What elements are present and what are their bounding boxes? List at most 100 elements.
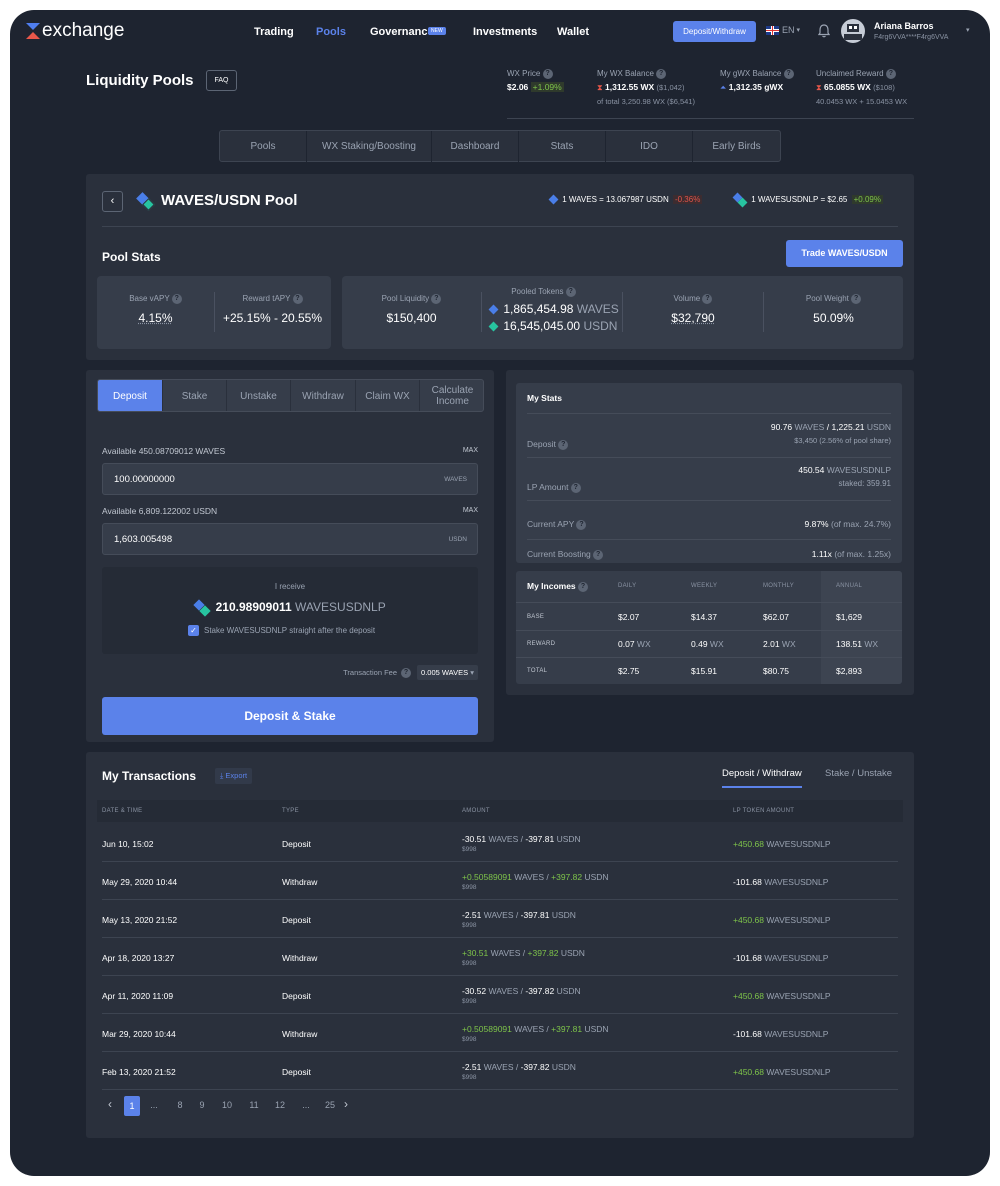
nav-wallet[interactable]: Wallet [557,26,589,38]
tab-unstake[interactable]: Unstake [227,380,291,411]
language-selector[interactable]: EN ▾ [766,25,800,35]
account-chevron-icon[interactable]: ▾ [966,26,970,34]
tab-withdraw[interactable]: Withdraw [291,380,356,411]
fee-select[interactable]: 0.005 WAVES ▾ [417,665,478,680]
help-icon[interactable]: ? [576,519,587,530]
next-page-icon[interactable]: › [338,1097,354,1111]
help-icon[interactable]: ? [558,439,569,450]
income-cell: $2.75 [618,666,640,676]
prev-page-icon[interactable]: ‹ [102,1097,118,1111]
tab-stake[interactable]: Stake [163,380,227,411]
income-cell: $2.07 [618,612,640,622]
usdn-amount-input[interactable]: 1,603.005498 USDN [102,523,478,555]
help-icon[interactable]: ? [292,294,303,304]
waves-symbol: WAVES [444,476,467,483]
boost-label: Current Boosting ? [527,549,604,560]
nav-pools[interactable]: Pools [316,26,346,38]
page-link[interactable]: 10 [219,1100,235,1110]
waves-icon [488,304,499,315]
back-button[interactable]: ‹ [102,191,123,212]
tab-ido[interactable]: IDO [606,131,693,163]
logo[interactable]: exchange [26,20,124,42]
lp-amount-value: 450.54 WAVESUSDNLP [798,465,891,475]
apy-value: 9.87% (of max. 24.7%) [804,519,891,529]
help-icon[interactable]: ? [702,294,713,304]
page-link[interactable]: 9 [194,1100,210,1110]
tab-deposit-withdraw[interactable]: Deposit / Withdraw [722,768,802,788]
my-wx-balance-block: My WX Balance ? ⧗ 1,312.55 WX ($1,042) o… [597,69,695,106]
rate-lp: 1 WAVESUSDNLP = $2.65 +0.09% [732,192,883,208]
wx-price-label: WX Price [507,69,541,79]
help-icon[interactable]: ? [171,294,182,304]
lp-token-icon [732,192,749,208]
page-link[interactable]: 25 [322,1100,338,1110]
help-icon[interactable]: ? [431,294,442,304]
income-cell: 0.07 WX [618,639,651,649]
deposit-stake-button[interactable]: Deposit & Stake [102,697,478,735]
chevron-down-icon: ▾ [470,668,474,677]
nav-trading[interactable]: Trading [254,26,294,38]
divider [516,630,902,631]
lp-staked: staked: 359.91 [838,479,891,488]
reward-tapy-label: Reward tAPY ? [214,294,331,304]
help-icon[interactable]: ? [851,294,862,304]
col-lp-token: LP TOKEN AMOUNT [733,808,795,814]
page-link[interactable]: 8 [172,1100,188,1110]
help-icon[interactable]: ? [542,69,553,79]
avatar[interactable] [841,19,865,43]
help-icon[interactable]: ? [656,69,667,79]
income-cell: 2.01 WX [763,639,796,649]
tab-calculate-income[interactable]: Calculate Income [420,380,483,411]
max-waves-button[interactable]: MAX [463,447,478,454]
pool-stats-title: Pool Stats [102,250,161,264]
income-cell: $62.07 [763,612,789,622]
tab-early-birds[interactable]: Early Birds [693,131,780,163]
waves-amount-input[interactable]: 100.00000000 WAVES [102,463,478,495]
nav-investments[interactable]: Investments [473,26,537,38]
pooled-usdn: 16,545,045.00 USDN [488,319,617,333]
help-icon[interactable]: ? [565,287,576,297]
divider [102,226,898,227]
tab-stats[interactable]: Stats [519,131,606,163]
page-title: Liquidity Pools [86,72,194,89]
help-icon[interactable]: ? [593,549,604,560]
deposit-withdraw-button[interactable]: Deposit/Withdraw [673,21,756,42]
help-icon[interactable]: ? [401,667,412,678]
trade-button[interactable]: Trade WAVES/USDN [786,240,903,267]
exchange-logo-icon [26,23,40,39]
max-usdn-button[interactable]: MAX [463,507,478,514]
stake-checkbox-row[interactable]: ✓ Stake WAVESUSDNLP straight after the d… [188,625,375,636]
nav-governance[interactable]: Governance [370,26,434,38]
help-icon[interactable]: ? [570,482,581,493]
new-badge: NEW [428,27,446,35]
divider [527,539,891,540]
page-current[interactable]: 1 [124,1096,140,1116]
bell-icon[interactable] [817,24,831,38]
tx-lp-amount: +450.68 WAVESUSDNLP [733,915,831,925]
user-name[interactable]: Ariana Barros [874,21,934,31]
rate-waves-usdn: 1 WAVES = 13.067987 USDN -0.36% [548,194,703,205]
income-row-label: BASE [527,614,545,620]
page-link[interactable]: 12 [272,1100,288,1110]
header-divider [507,118,914,119]
tab-dashboard[interactable]: Dashboard [432,131,519,163]
tab-claim-wx[interactable]: Claim WX [356,380,420,411]
checkbox-checked-icon[interactable]: ✓ [188,625,199,636]
tab-pools[interactable]: Pools [220,131,307,163]
page-link[interactable]: 11 [246,1100,262,1110]
fee-label: Transaction Fee [343,668,398,677]
help-icon[interactable]: ? [783,69,794,79]
tab-wx-staking[interactable]: WX Staking/Boosting [307,131,432,163]
help-icon[interactable]: ? [578,581,589,592]
faq-button[interactable]: FAQ [206,70,237,91]
available-usdn: Available 6,809.122002 USDN [102,506,218,516]
gwx-token-icon: ⏶ [720,83,727,92]
tab-stake-unstake[interactable]: Stake / Unstake [825,768,892,779]
tx-lp-amount: +450.68 WAVESUSDNLP [733,839,831,849]
tab-deposit[interactable]: Deposit [98,380,163,411]
wx-token-icon: ⧗ [816,83,822,92]
usdn-symbol: USDN [448,536,467,543]
help-icon[interactable]: ? [885,69,896,79]
gwx-label: My gWX Balance [720,69,782,79]
my-stats-card: My Stats Deposit ? 90.76 WAVES / 1,225.2… [516,383,902,563]
